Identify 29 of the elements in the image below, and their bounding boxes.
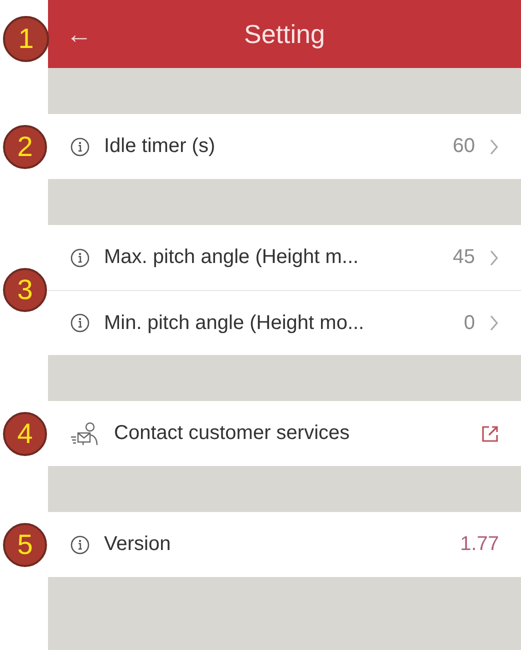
setting-row[interactable]: Max. pitch angle (Height m... 45 — [48, 225, 521, 290]
back-button[interactable]: ← — [56, 18, 102, 50]
callout-marker: 5 — [3, 522, 47, 566]
callout-marker: 1 — [3, 16, 49, 62]
info-icon — [70, 136, 90, 156]
callout-marker: 2 — [3, 124, 47, 168]
callout-marker: 4 — [3, 412, 47, 456]
contact-label: Contact customer services — [114, 422, 351, 445]
version-label: Version — [104, 533, 172, 556]
contact-row[interactable]: Contact customer services — [48, 401, 521, 466]
callout-marker: 3 — [3, 268, 47, 312]
info-icon — [70, 534, 90, 554]
setting-label: Max. pitch angle (Height m... — [104, 246, 360, 269]
chevron-icon — [489, 138, 499, 156]
info-icon — [70, 313, 90, 333]
info-icon — [70, 248, 90, 268]
setting-value: 0 — [464, 312, 475, 334]
person-mail-icon — [70, 420, 100, 446]
page-title: Setting — [244, 18, 325, 48]
chevron-icon — [489, 314, 499, 332]
setting-value: 45 — [452, 246, 475, 269]
version-value: 1.77 — [460, 533, 499, 556]
setting-row[interactable]: Idle timer (s) 60 — [48, 114, 521, 179]
external-link-icon — [481, 424, 499, 442]
setting-label: Idle timer (s) — [104, 135, 216, 158]
setting-row[interactable]: Min. pitch angle (Height mo... 0 — [48, 290, 521, 355]
setting-value: 60 — [452, 135, 475, 158]
chevron-icon — [489, 248, 499, 266]
setting-label: Min. pitch angle (Height mo... — [104, 312, 366, 334]
